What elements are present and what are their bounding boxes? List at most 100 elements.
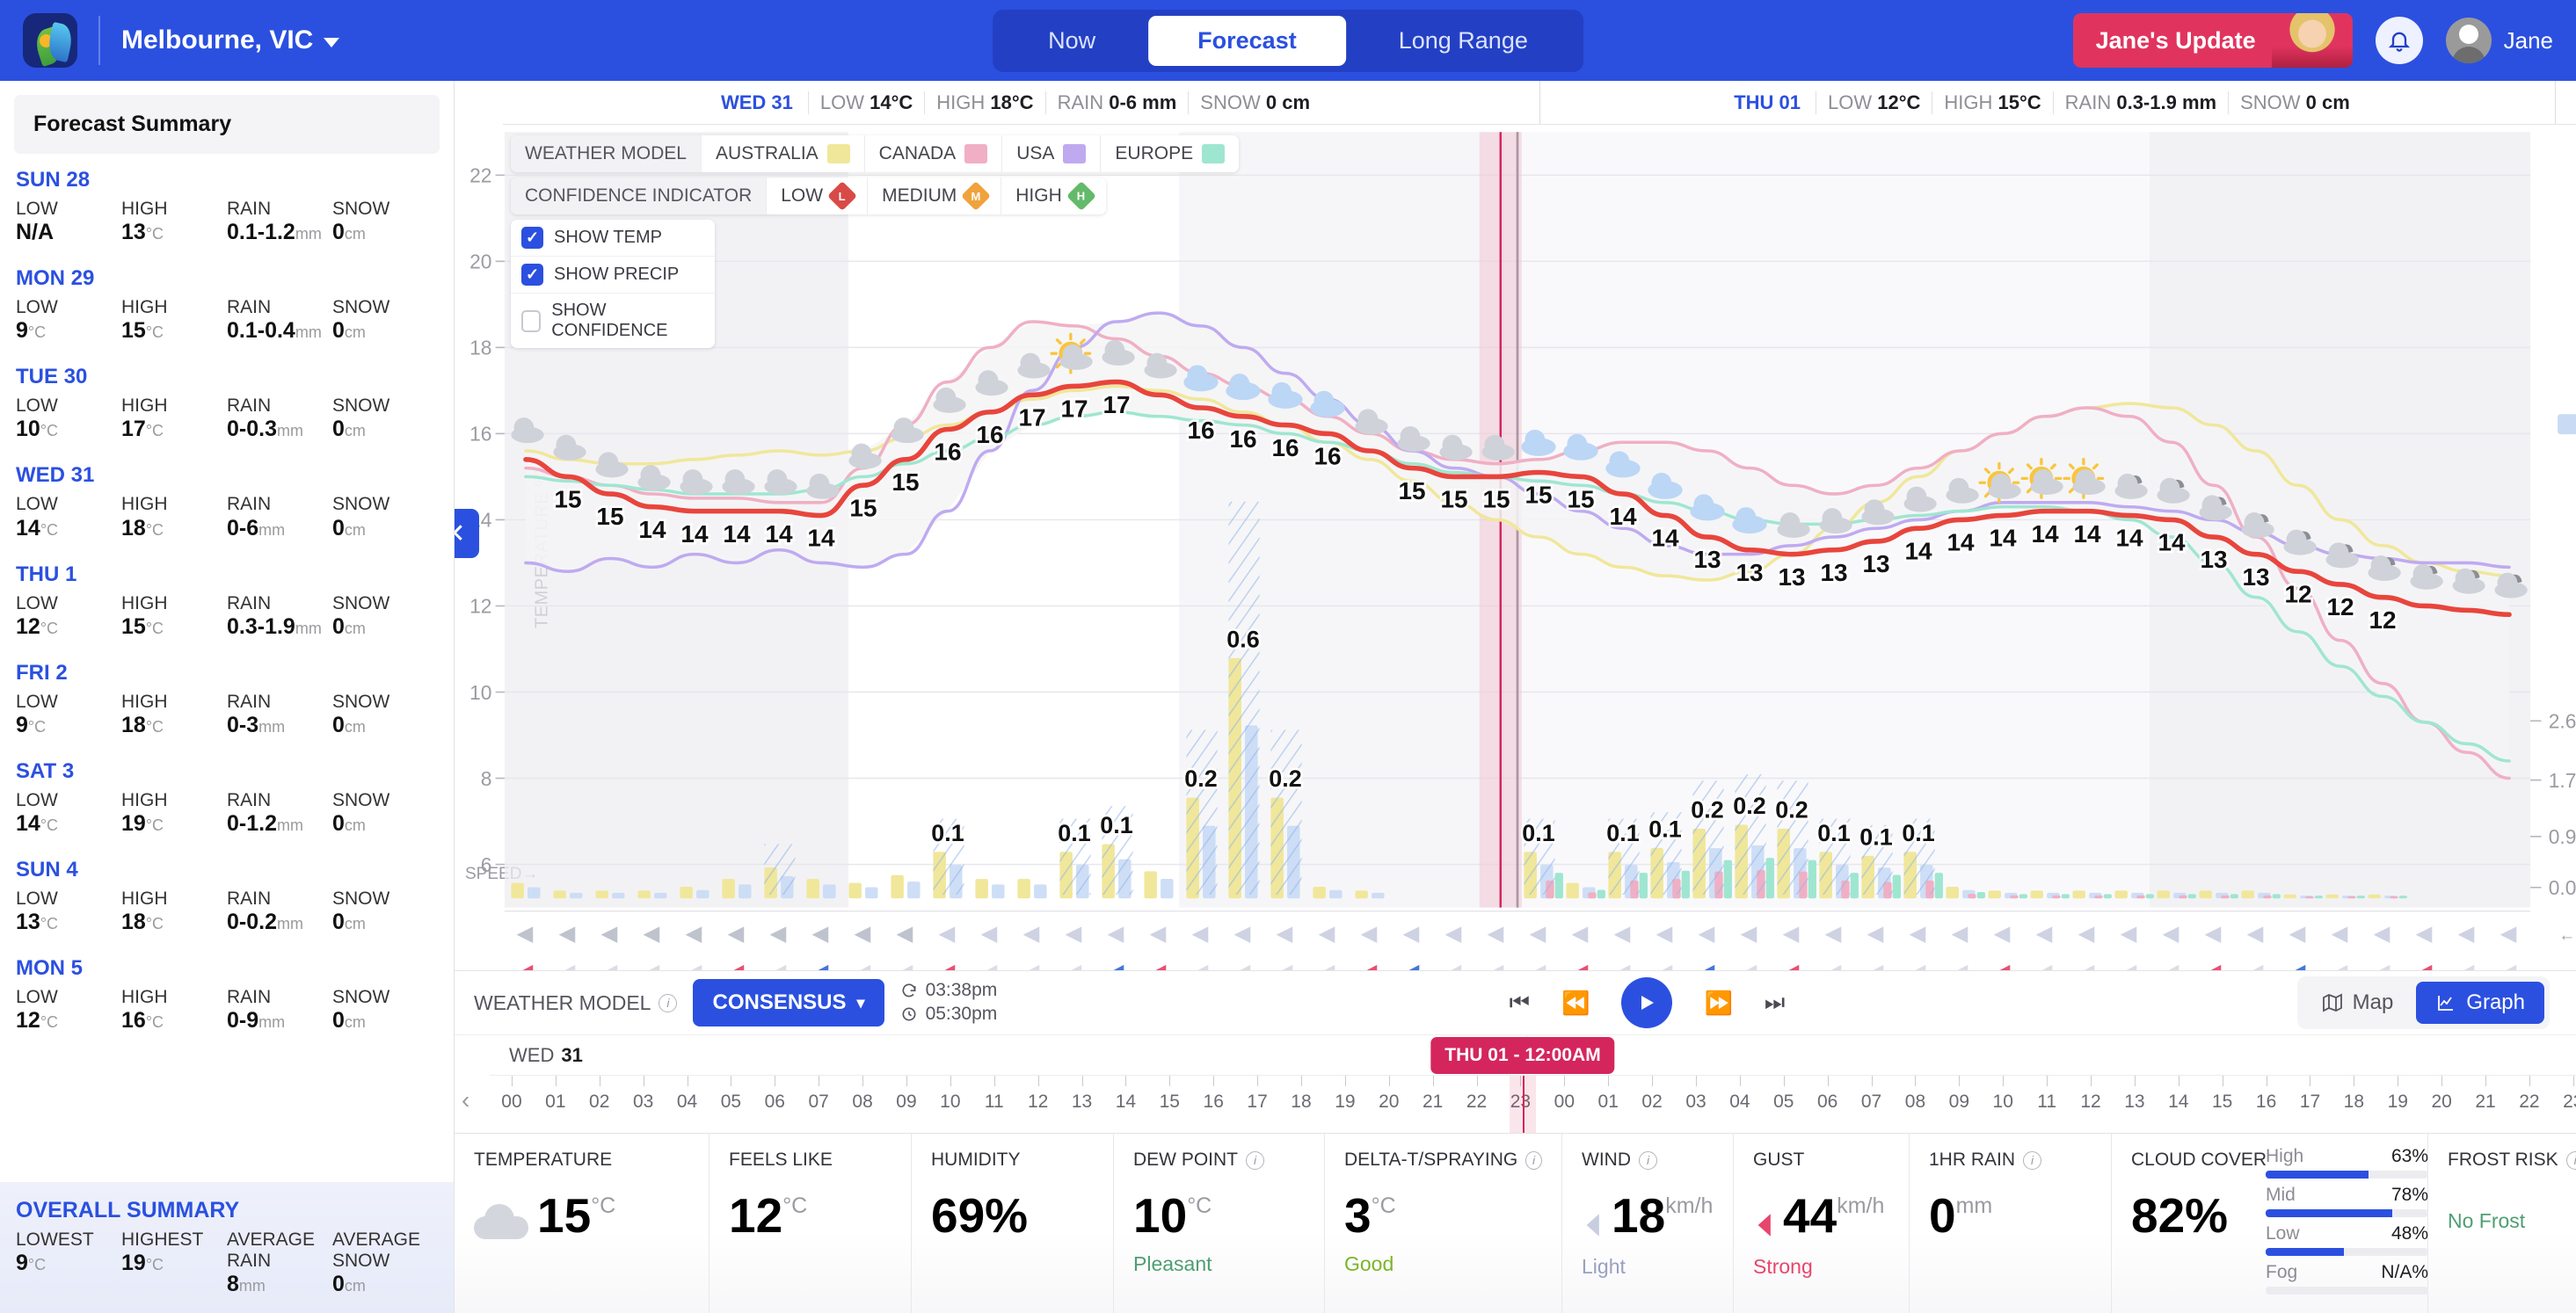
timeline-hour[interactable]: 00 xyxy=(1542,1076,1586,1113)
timeline-hour[interactable]: 03 xyxy=(622,1076,666,1113)
timeline-hour[interactable]: 22 xyxy=(1455,1076,1499,1113)
day-snow: SNOW 0cm xyxy=(332,692,438,738)
checkbox-show-precip[interactable] xyxy=(521,264,543,286)
fast-forward-button[interactable]: ⏩ xyxy=(1704,990,1732,1017)
timeline-hour[interactable]: 21 xyxy=(1411,1076,1455,1113)
timeline-hour[interactable]: 13 xyxy=(1060,1076,1104,1113)
timeline-hour[interactable]: 15 xyxy=(1147,1076,1191,1113)
sidebar-day-0[interactable]: SUN 28 LOW N/A HIGH 13°C RAIN 0.1-1.2mm SNOW 0cm xyxy=(16,168,438,245)
legend-confidence-medium[interactable]: MEDIUM M xyxy=(867,178,1001,214)
timeline-hour[interactable]: 08 xyxy=(840,1076,884,1113)
sidebar-day-5[interactable]: FRI 2 LOW 9°C HIGH 18°C RAIN 0-3mm SNOW 0cm xyxy=(16,661,438,738)
rewind-button[interactable]: ⏪ xyxy=(1561,990,1590,1017)
info-icon[interactable]: i xyxy=(1639,1150,1657,1170)
skip-end-button[interactable]: ⏭ xyxy=(1765,989,1785,1017)
info-icon[interactable]: i xyxy=(2023,1150,2042,1170)
timeline-hour[interactable]: 17 xyxy=(1235,1076,1279,1113)
app-logo-icon[interactable] xyxy=(23,13,77,68)
play-button[interactable] xyxy=(1621,977,1673,1028)
timeline-hour[interactable]: 05 xyxy=(1762,1076,1806,1113)
timeline-hour[interactable]: 07 xyxy=(797,1076,840,1113)
day-rain-value: 0-1.2mm xyxy=(227,810,303,836)
timeline-hour[interactable]: 18 xyxy=(2332,1076,2376,1113)
timeline-hour[interactable]: 08 xyxy=(1894,1076,1938,1113)
sidebar-day-2[interactable]: TUE 30 LOW 10°C HIGH 17°C RAIN 0-0.3mm SNOW 0cm xyxy=(16,365,438,442)
legend-model-usa[interactable]: USA xyxy=(1001,135,1100,172)
stat-value: 10 xyxy=(1133,1188,1188,1243)
janes-update-button[interactable]: Jane's Update xyxy=(2072,13,2353,68)
timeline-hour[interactable]: 06 xyxy=(1806,1076,1850,1113)
info-icon[interactable]: i xyxy=(1246,1150,1264,1170)
timeline-hour[interactable]: 22 xyxy=(2507,1076,2551,1113)
timeline-hour[interactable]: 20 xyxy=(2420,1076,2463,1113)
timeline-hour[interactable]: 04 xyxy=(666,1076,709,1113)
timeline-hour[interactable]: 10 xyxy=(928,1076,972,1113)
timeline-hour[interactable]: 06 xyxy=(753,1076,797,1113)
timeline-hour[interactable]: 14 xyxy=(2157,1076,2201,1113)
toggle-show-confidence[interactable]: SHOW CONFIDENCE xyxy=(511,294,715,348)
timeline-hour[interactable]: 07 xyxy=(1850,1076,1894,1113)
timeline-hour[interactable]: 12 xyxy=(1016,1076,1060,1113)
sidebar-day-7[interactable]: SUN 4 LOW 13°C HIGH 18°C RAIN 0-0.2mm SNOW 0cm xyxy=(16,858,438,935)
legend-confidence-low[interactable]: LOW L xyxy=(766,178,867,214)
legend-model-canada[interactable]: CANADA xyxy=(863,135,1002,172)
tab-forecast[interactable]: Forecast xyxy=(1148,15,1346,66)
info-icon[interactable]: i xyxy=(659,993,678,1012)
timeline-prev-button[interactable]: ‹ xyxy=(462,1086,469,1114)
sidebar-day-4[interactable]: THU 1 LOW 12°C HIGH 15°C RAIN 0.3-1.9mm SNOW 0cm xyxy=(16,562,438,640)
timeline-hour[interactable]: 02 xyxy=(578,1076,622,1113)
timeline-hour[interactable]: 23 xyxy=(2551,1076,2576,1113)
close-panel-button[interactable]: ✕ xyxy=(455,509,479,558)
timeline-scrubber[interactable]: WED 31 00 01 02 03 04 05 06 07 08 09 10 11 12 13 14 15 16… xyxy=(455,1035,2576,1134)
timeline-hour[interactable]: 16 xyxy=(1191,1076,1235,1113)
sidebar-day-3[interactable]: WED 31 LOW 14°C HIGH 18°C RAIN 0-6mm SNOW 0cm xyxy=(16,463,438,540)
timeline-hour[interactable]: 02 xyxy=(1630,1076,1674,1113)
info-icon[interactable]: i xyxy=(1525,1150,1542,1170)
graph-view-button[interactable]: Graph xyxy=(2416,982,2544,1024)
timeline-hour[interactable]: 04 xyxy=(1718,1076,1762,1113)
timeline-hour[interactable]: 12 xyxy=(2069,1076,2113,1113)
timeline-hour[interactable]: 09 xyxy=(884,1076,928,1113)
sidebar-day-8[interactable]: MON 5 LOW 12°C HIGH 16°C RAIN 0-9mm SNOW 0cm xyxy=(16,956,438,1034)
user-menu[interactable]: Jane xyxy=(2445,18,2553,63)
timeline-hour[interactable]: 11 xyxy=(2025,1076,2069,1113)
timeline-hour[interactable]: 15 xyxy=(2201,1076,2245,1113)
tab-long-range[interactable]: Long Range xyxy=(1350,16,1577,66)
timeline-hour[interactable]: 03 xyxy=(1674,1076,1718,1113)
location-selector[interactable]: Melbourne, VIC xyxy=(121,25,340,55)
timeline-hour[interactable]: 10 xyxy=(1981,1076,2025,1113)
timeline-hour[interactable]: 11 xyxy=(972,1076,1016,1113)
toggle-show-temp[interactable]: SHOW TEMP xyxy=(511,220,715,257)
tab-now[interactable]: Now xyxy=(999,16,1145,66)
sidebar-day-6[interactable]: SAT 3 LOW 14°C HIGH 19°C RAIN 0-1.2mm SNOW 0cm xyxy=(16,759,438,837)
timeline-hour[interactable]: 00 xyxy=(490,1076,534,1113)
sidebar-day-1[interactable]: MON 29 LOW 9°C HIGH 15°C RAIN 0.1-0.4mm SNOW 0cm xyxy=(16,266,438,344)
legend-confidence-high[interactable]: HIGH H xyxy=(1001,178,1106,214)
toggle-show-precip[interactable]: SHOW PRECIP xyxy=(511,257,715,294)
checkbox-show-temp[interactable] xyxy=(521,227,543,249)
timeline-hour[interactable]: 19 xyxy=(2376,1076,2420,1113)
timeline-hour[interactable]: 19 xyxy=(1323,1076,1367,1113)
forecast-chart[interactable]: ✕ TEMPERATURE ºC RAIN MM SPEED→ ←GUST WE… xyxy=(455,125,2576,970)
checkbox-show-confidence[interactable] xyxy=(521,309,542,332)
timeline-hour[interactable]: 09 xyxy=(1937,1076,1981,1113)
timeline-hour[interactable]: 20 xyxy=(1367,1076,1411,1113)
temp-point-label: 14 xyxy=(765,520,793,548)
timeline-hour[interactable]: 05 xyxy=(709,1076,753,1113)
timeline-hour[interactable]: 14 xyxy=(1103,1076,1147,1113)
legend-model-australia[interactable]: AUSTRALIA xyxy=(700,135,864,172)
legend-model-europe[interactable]: EUROPE xyxy=(1100,135,1239,172)
timeline-hour[interactable]: 16 xyxy=(2245,1076,2289,1113)
map-view-button[interactable]: Map xyxy=(2303,982,2413,1024)
timeline-hour[interactable]: 21 xyxy=(2463,1076,2507,1113)
weather-model-dropdown[interactable]: CONSENSUS ▾ xyxy=(693,979,884,1026)
timeline-hour[interactable]: 17 xyxy=(2289,1076,2332,1113)
timeline-hour[interactable]: 18 xyxy=(1279,1076,1323,1113)
day-high-label: HIGH xyxy=(121,789,168,810)
timeline-hour[interactable]: 13 xyxy=(2113,1076,2157,1113)
timeline-hour[interactable]: 01 xyxy=(1586,1076,1630,1113)
skip-start-button[interactable]: ⏮ xyxy=(1510,989,1530,1017)
timeline-hour[interactable]: 01 xyxy=(534,1076,578,1113)
info-icon[interactable]: i xyxy=(2565,1150,2576,1170)
notifications-button[interactable] xyxy=(2375,17,2423,64)
